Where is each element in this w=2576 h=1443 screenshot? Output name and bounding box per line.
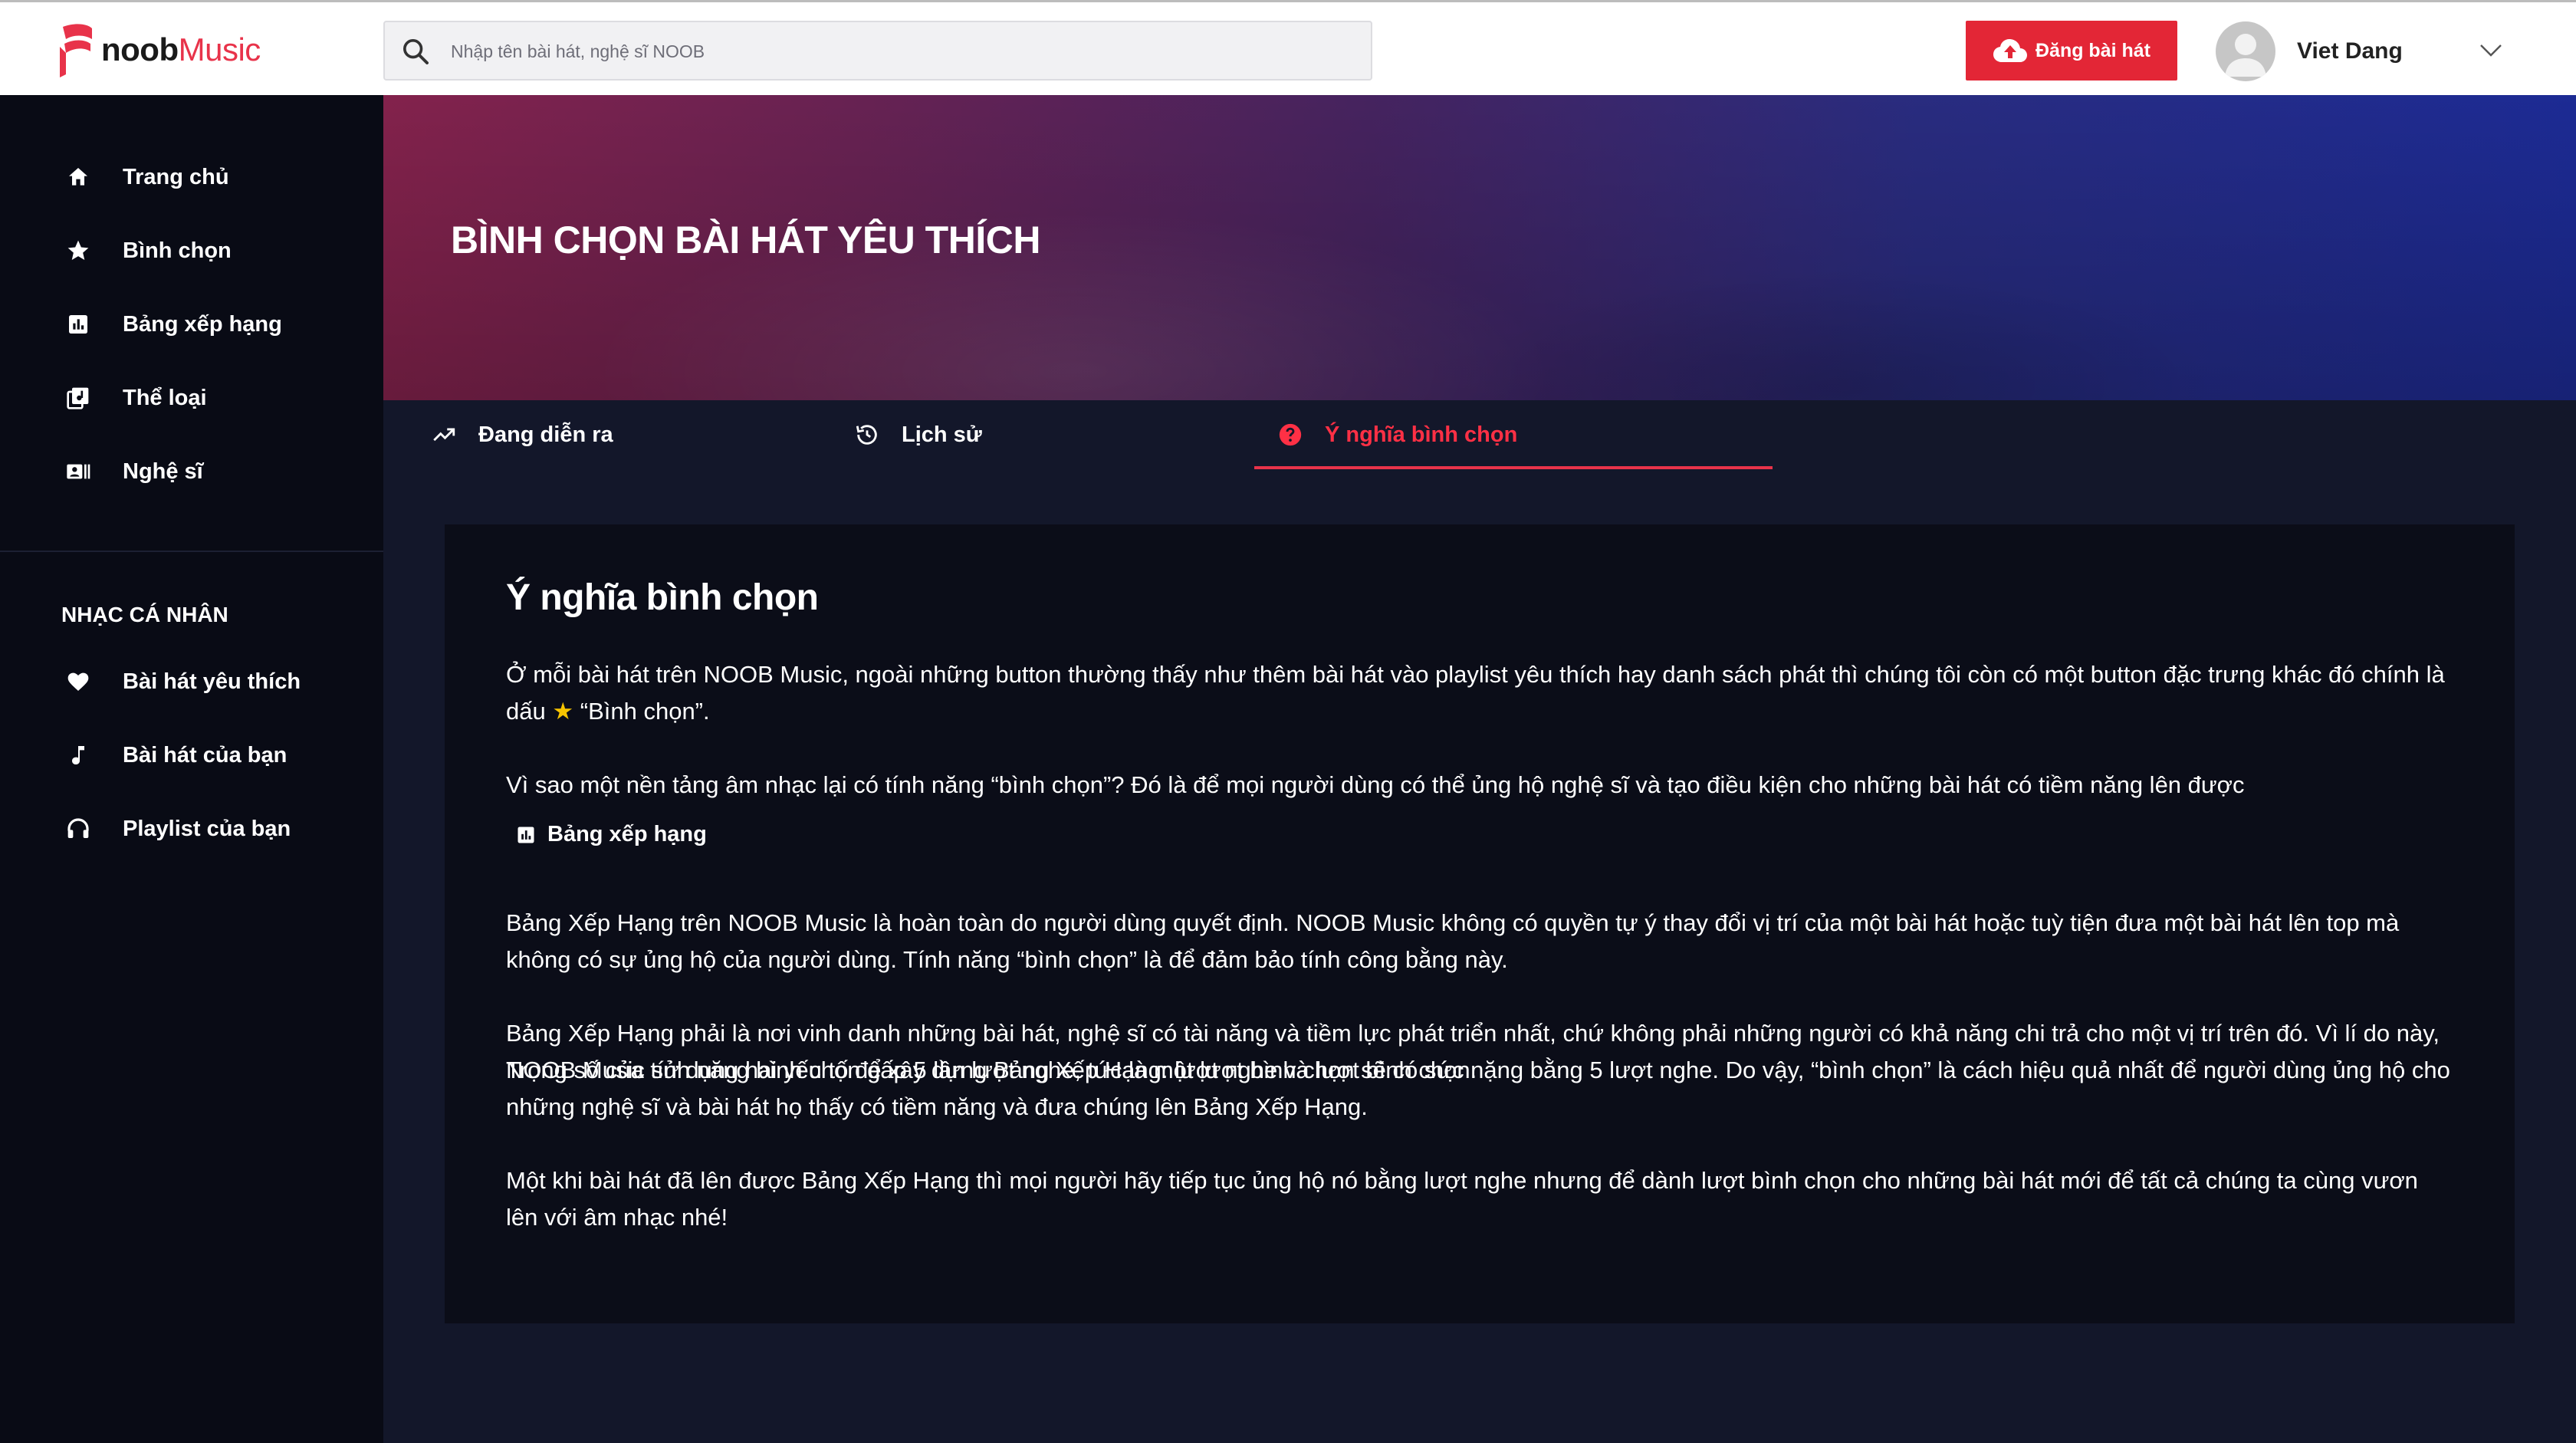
charts-link-label: Bảng xếp hạng	[547, 822, 707, 846]
history-icon	[856, 425, 877, 445]
sidebar-item-your-songs[interactable]: Bài hát của bạn	[0, 728, 383, 782]
star-icon: ★	[552, 698, 574, 725]
top-bar: noobMusic Đăng bài hát Viet Dang	[0, 0, 2576, 95]
paragraph-vote-weight: Trọng số của tính năng bình chọn gấp 5 l…	[506, 1057, 2450, 1120]
sidebar: Trang chủ Bình chọn Bảng xếp hạng Thể lo…	[0, 95, 383, 1443]
sidebar-item-charts[interactable]: Bảng xếp hạng	[0, 297, 383, 351]
page-title: BÌNH CHỌN BÀI HÁT YÊU THÍCH	[451, 219, 1040, 261]
search-icon[interactable]	[400, 36, 431, 67]
logo[interactable]: noobMusic	[57, 19, 261, 81]
logo-text: noobMusic	[101, 31, 261, 68]
artist-icon	[64, 458, 92, 485]
sidebar-item-label: Bài hát của bạn	[123, 742, 288, 768]
heart-icon	[64, 668, 92, 695]
tab-vote-meaning[interactable]: Ý nghĩa bình chọn	[1277, 400, 1517, 469]
paragraph-intro: Ở mỗi bài hát trên NOOB Music, ngoài nhữ…	[506, 656, 2453, 730]
sidebar-item-home[interactable]: Trang chủ	[0, 150, 383, 204]
logo-text-music: Music	[178, 31, 261, 67]
headphones-icon	[64, 815, 92, 843]
upload-song-button[interactable]: Đăng bài hát	[1966, 21, 2177, 81]
tab-ongoing[interactable]: Đang diễn ra	[431, 400, 613, 469]
user-avatar-icon	[2225, 34, 2266, 77]
tab-label: Lịch sử	[902, 422, 982, 447]
user-name[interactable]: Viet Dang	[2297, 38, 2403, 64]
logo-icon	[60, 24, 92, 77]
star-icon	[64, 237, 92, 265]
sidebar-item-vote[interactable]: Bình chọn	[0, 224, 383, 278]
charts-link[interactable]: Bảng xếp hạng	[515, 822, 707, 847]
sidebar-item-label: Playlist của bạn	[123, 816, 291, 841]
section-title: Ý nghĩa bình chọn	[506, 577, 819, 618]
paragraph-why-vote: Vì sao một nền tảng âm nhạc lại có tính …	[506, 771, 2245, 798]
help-icon	[1279, 423, 1302, 446]
content-card: Ý nghĩa bình chọn Ở mỗi bài hát trên NOO…	[445, 524, 2515, 1323]
cloud-upload-icon	[1993, 39, 2027, 62]
sidebar-item-artists[interactable]: Nghệ sĩ	[0, 445, 383, 498]
sidebar-divider	[0, 551, 383, 552]
sidebar-item-label: Thể loại	[123, 385, 207, 410]
home-icon	[64, 163, 92, 191]
sidebar-item-label: Bảng xếp hạng	[123, 311, 282, 337]
page-banner: BÌNH CHỌN BÀI HÁT YÊU THÍCH	[383, 95, 2576, 400]
sidebar-item-label: Nghệ sĩ	[123, 459, 203, 484]
tab-label: Ý nghĩa bình chọn	[1325, 422, 1518, 447]
paragraph-keep-supporting: Một khi bài hát đã lên được Bảng Xếp Hạn…	[506, 1167, 2418, 1231]
sidebar-item-label: Bình chọn	[123, 238, 232, 263]
chart-icon	[518, 827, 534, 843]
tab-history[interactable]: Lịch sử	[854, 400, 982, 469]
paragraph-intro-text: Ở mỗi bài hát trên NOOB Music, ngoài nhữ…	[506, 661, 2445, 725]
logo-text-noob: noob	[101, 31, 179, 67]
active-tab-indicator	[1254, 466, 1773, 469]
sidebar-item-your-playlists[interactable]: Playlist của bạn	[0, 802, 383, 856]
user-menu[interactable]: Viet Dang	[2216, 21, 2403, 81]
sidebar-item-label: Bài hát yêu thích	[123, 669, 301, 694]
sidebar-item-genres[interactable]: Thể loại	[0, 371, 383, 425]
upload-song-label: Đăng bài hát	[2035, 39, 2150, 61]
search-input[interactable]	[449, 33, 1357, 70]
paragraph-intro-end: “Bình chọn”.	[573, 698, 710, 725]
trending-icon	[433, 428, 455, 442]
tab-bar: Đang diễn ra Lịch sử Ý nghĩa bình chọn	[383, 400, 2576, 474]
search-bar	[383, 21, 1372, 81]
sidebar-item-label: Trang chủ	[123, 164, 229, 189]
paragraph-user-decides: Bảng Xếp Hạng trên NOOB Music là hoàn to…	[506, 909, 2400, 973]
tab-label: Đang diễn ra	[478, 422, 613, 447]
music-note-icon	[64, 741, 92, 769]
avatar[interactable]	[2216, 21, 2275, 81]
chevron-down-icon[interactable]	[2478, 41, 2504, 59]
sidebar-item-favorite-songs[interactable]: Bài hát yêu thích	[0, 655, 383, 708]
library-icon	[64, 384, 92, 412]
personal-music-heading: NHẠC CÁ NHÂN	[61, 603, 228, 626]
chart-icon	[64, 311, 92, 338]
